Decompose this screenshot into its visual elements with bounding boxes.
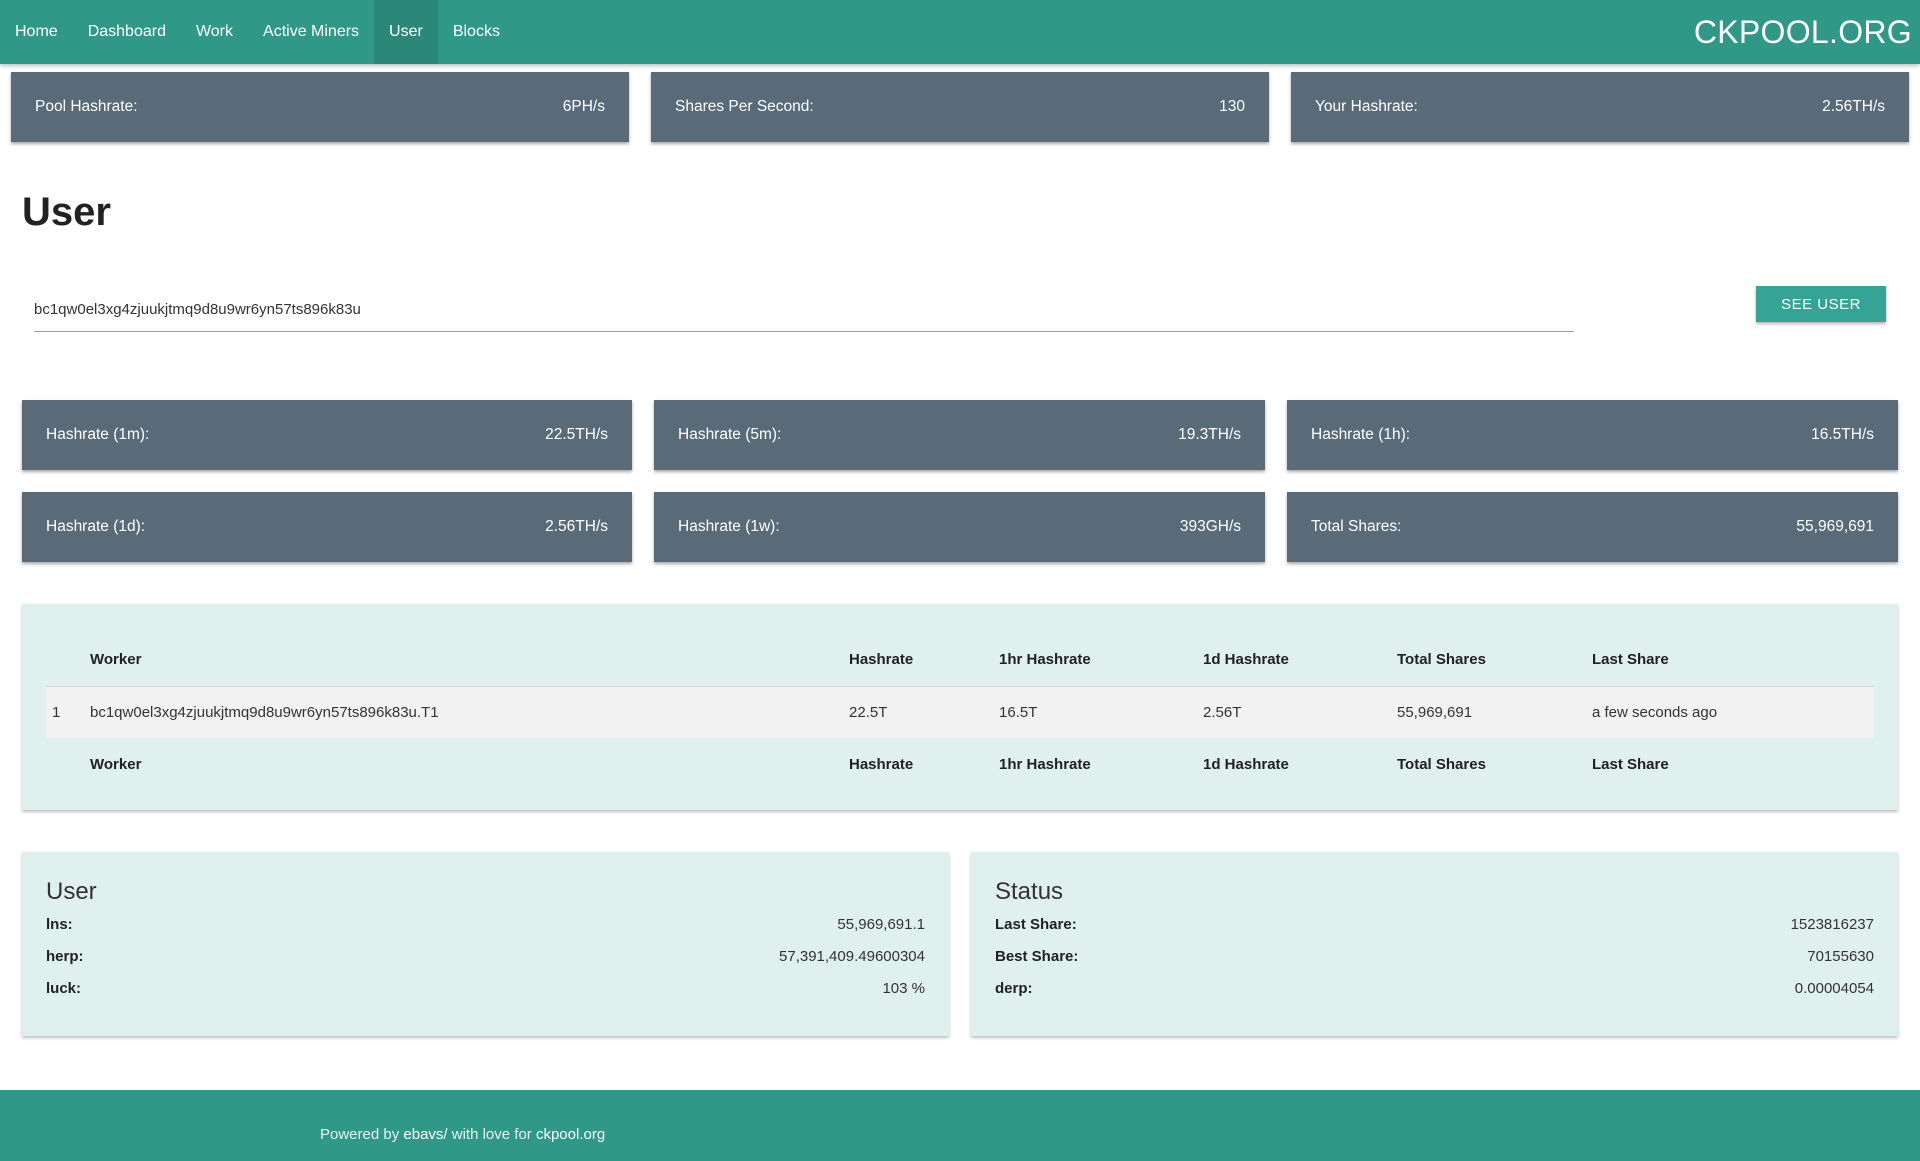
table-footer-row: Worker Hashrate 1hr Hashrate 1d Hashrate… — [46, 738, 1874, 790]
footer-prefix: Powered by — [320, 1126, 404, 1143]
table-header-hashrate[interactable]: Hashrate — [849, 634, 999, 686]
info-row-best-share: Best Share: 70155630 — [995, 948, 1874, 965]
hashrate-1w-card: Hashrate (1w): 393GH/s — [654, 492, 1265, 562]
info-row-last-share: Last Share: 1523816237 — [995, 916, 1874, 933]
user-panel-title: User — [46, 878, 97, 905]
hashrate-5m-card: Hashrate (5m): 19.3TH/s — [654, 400, 1265, 470]
info-key: Last Share: — [995, 916, 1077, 933]
table-footer-1d-hashrate: 1d Hashrate — [1203, 755, 1289, 773]
footer-credits: Powered by ebavs/ with love for ckpool.o… — [320, 1126, 605, 1143]
table-footer-num — [46, 738, 90, 790]
stat-value: 2.56TH/s — [1822, 98, 1885, 115]
stat-label: Hashrate (1d): — [46, 518, 146, 535]
info-value: 55,969,691.1 — [837, 916, 925, 933]
stat-value: 130 — [1219, 98, 1245, 115]
info-key: lns: — [46, 916, 73, 933]
table-footer-1hr-hashrate: 1hr Hashrate — [999, 755, 1091, 773]
stat-value: 2.56TH/s — [545, 518, 608, 535]
stat-label: Your Hashrate: — [1315, 98, 1418, 115]
stat-value: 19.3TH/s — [1178, 426, 1241, 443]
table-row[interactable]: 1 bc1qw0el3xg4zjuukjtmq9d8u9wr6yn57ts896… — [46, 686, 1874, 738]
footer-author-link[interactable]: ebavs/ — [403, 1126, 447, 1143]
info-row-herp: herp: 57,391,409.49600304 — [46, 948, 925, 965]
stat-label: Hashrate (5m): — [678, 426, 782, 443]
table-header-num — [46, 634, 90, 686]
nav-item-user[interactable]: User — [374, 0, 438, 64]
nav-menu: Home Dashboard Work Active Miners User B… — [0, 0, 515, 64]
table-footer-total-shares: Total Shares — [1397, 755, 1486, 773]
info-value: 1523816237 — [1790, 916, 1874, 933]
pool-hashrate-card: Pool Hashrate: 6PH/s — [11, 72, 629, 142]
user-info-panel: User lns: 55,969,691.1 herp: 57,391,409.… — [22, 852, 949, 1036]
info-value: 70155630 — [1807, 948, 1874, 965]
hashrate-1m-card: Hashrate (1m): 22.5TH/s — [22, 400, 632, 470]
hashrate-1h-card: Hashrate (1h): 16.5TH/s — [1287, 400, 1898, 470]
stat-label: Hashrate (1w): — [678, 518, 780, 535]
stat-value: 16.5TH/s — [1811, 426, 1874, 443]
info-key: derp: — [995, 980, 1033, 997]
table-footer-worker: Worker — [90, 755, 142, 773]
stat-value: 393GH/s — [1179, 518, 1241, 535]
user-address-input[interactable] — [34, 288, 1574, 332]
worker-hashrate: 22.5T — [849, 703, 888, 721]
status-panel-title: Status — [995, 878, 1064, 905]
info-row-luck: luck: 103 % — [46, 980, 925, 997]
info-key: herp: — [46, 948, 84, 965]
table-header-1d-hashrate[interactable]: 1d Hashrate — [1203, 634, 1397, 686]
stat-value: 55,969,691 — [1796, 518, 1874, 535]
nav-item-work[interactable]: Work — [181, 0, 248, 64]
table-header-row: Worker Hashrate 1hr Hashrate 1d Hashrate… — [46, 634, 1874, 686]
nav-item-active-miners[interactable]: Active Miners — [248, 0, 374, 64]
worker-1hr-hashrate: 16.5T — [999, 703, 1038, 721]
stat-label: Hashrate (1h): — [1311, 426, 1411, 443]
footer-site-link[interactable]: ckpool.org — [536, 1126, 605, 1143]
table-header-last-share[interactable]: Last Share — [1592, 634, 1874, 686]
row-number: 1 — [52, 703, 61, 721]
info-row-derp: derp: 0.00004054 — [995, 980, 1874, 997]
see-user-button[interactable]: SEE USER — [1756, 286, 1886, 322]
stat-label: Total Shares: — [1311, 518, 1402, 535]
table-header-1hr-hashrate[interactable]: 1hr Hashrate — [999, 634, 1203, 686]
workers-panel: Worker Hashrate 1hr Hashrate 1d Hashrate… — [22, 604, 1898, 810]
worker-last-share: a few seconds ago — [1592, 703, 1718, 721]
table-header-worker[interactable]: Worker — [90, 634, 849, 686]
info-key: Best Share: — [995, 948, 1079, 965]
nav-item-home[interactable]: Home — [0, 0, 73, 64]
total-shares-card: Total Shares: 55,969,691 — [1287, 492, 1898, 562]
page-title: User — [22, 190, 111, 234]
nav-item-blocks[interactable]: Blocks — [438, 0, 515, 64]
shares-per-second-card: Shares Per Second: 130 — [651, 72, 1269, 142]
workers-table: Worker Hashrate 1hr Hashrate 1d Hashrate… — [46, 634, 1874, 790]
stat-label: Shares Per Second: — [675, 98, 814, 115]
stat-label: Pool Hashrate: — [35, 98, 138, 115]
brand-logo[interactable]: CKPOOL.ORG — [1694, 0, 1912, 64]
your-hashrate-card: Your Hashrate: 2.56TH/s — [1291, 72, 1909, 142]
stat-label: Hashrate (1m): — [46, 426, 150, 443]
table-header-total-shares[interactable]: Total Shares — [1397, 634, 1592, 686]
info-key: luck: — [46, 980, 82, 997]
hashrate-1d-card: Hashrate (1d): 2.56TH/s — [22, 492, 632, 562]
status-info-panel: Status Last Share: 1523816237 Best Share… — [971, 852, 1898, 1036]
page-footer: Powered by ebavs/ with love for ckpool.o… — [0, 1090, 1920, 1161]
worker-1d-hashrate: 2.56T — [1203, 703, 1242, 721]
info-value: 0.00004054 — [1794, 980, 1874, 997]
stat-value: 22.5TH/s — [545, 426, 608, 443]
footer-middle: with love for — [447, 1126, 536, 1143]
info-value: 57,391,409.49600304 — [779, 948, 925, 965]
top-navbar: Home Dashboard Work Active Miners User B… — [0, 0, 1920, 64]
worker-total-shares: 55,969,691 — [1397, 703, 1473, 721]
table-footer-hashrate: Hashrate — [849, 755, 914, 773]
info-value: 103 % — [882, 980, 925, 997]
info-row-lns: lns: 55,969,691.1 — [46, 916, 925, 933]
stat-value: 6PH/s — [562, 98, 605, 115]
worker-name: bc1qw0el3xg4zjuukjtmq9d8u9wr6yn57ts896k8… — [90, 703, 439, 721]
table-footer-last-share: Last Share — [1592, 755, 1669, 773]
nav-item-dashboard[interactable]: Dashboard — [73, 0, 181, 64]
